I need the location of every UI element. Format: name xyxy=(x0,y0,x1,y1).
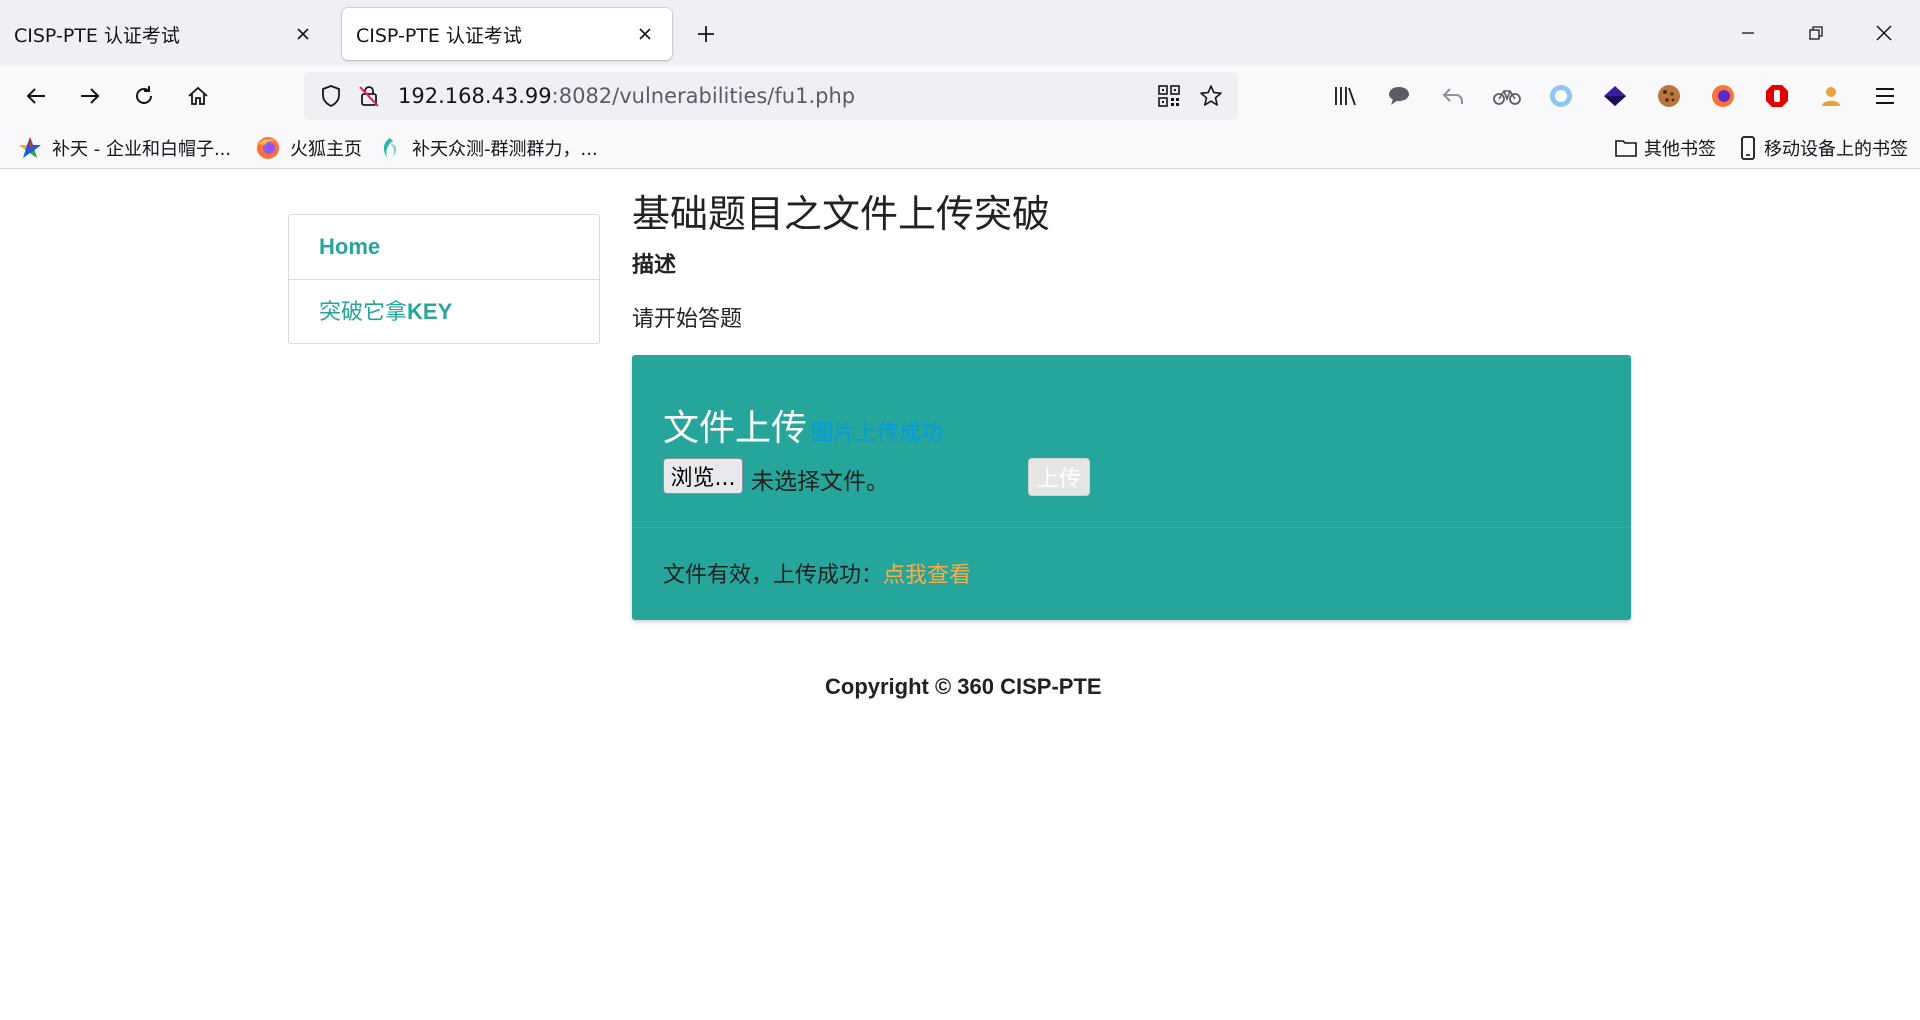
reload-icon[interactable] xyxy=(126,78,162,114)
library-icon[interactable] xyxy=(1328,79,1362,113)
address-bar[interactable]: 192.168.43.99:8082/vulnerabilities/fu1.p… xyxy=(304,72,1238,120)
page-title: 基础题目之文件上传突破 xyxy=(632,192,1051,236)
bookmark-label: 移动设备上的书签 xyxy=(1764,139,1908,160)
forward-arrow-icon[interactable] xyxy=(72,78,108,114)
ublock-icon[interactable] xyxy=(1760,79,1794,113)
bookmark-label: 火狐主页 xyxy=(290,139,362,160)
tab-title: CISP-PTE 认证考试 xyxy=(356,24,522,47)
upload-card: 文件上传 图片上传成功 浏览... 未选择文件。 上传 文件有效，上传成功：点我查… xyxy=(632,355,1631,620)
url-text: 192.168.43.99:8082/vulnerabilities/fu1.p… xyxy=(398,84,855,108)
page-content: Home 突破它拿KEY 基础题目之文件上传突破 描述 请开始答题 文件上传 图片… xyxy=(0,169,1920,1020)
new-tab-plus-icon[interactable] xyxy=(692,20,720,48)
cookie-icon[interactable] xyxy=(1652,79,1686,113)
insecure-lock-icon[interactable] xyxy=(354,81,384,111)
upload-result-text: 文件有效，上传成功： xyxy=(663,563,884,588)
restore-icon[interactable] xyxy=(1796,13,1836,53)
shield-icon[interactable] xyxy=(316,81,346,111)
sidebar-item-key-en: KEY xyxy=(407,299,453,324)
description-text: 请开始答题 xyxy=(632,307,743,332)
upload-success-message: 图片上传成功 xyxy=(811,421,944,446)
bike-icon[interactable] xyxy=(1490,79,1524,113)
bookmark-label: 其他书签 xyxy=(1644,139,1716,160)
undo-icon[interactable] xyxy=(1436,79,1470,113)
card-content: 文件上传 图片上传成功 浏览... 未选择文件。 上传 xyxy=(632,355,1631,528)
card-action: 文件有效，上传成功：点我查看 xyxy=(663,557,971,589)
circle-ext-icon[interactable] xyxy=(1544,79,1578,113)
chat-icon[interactable] xyxy=(1382,79,1416,113)
tab-close-icon[interactable] xyxy=(632,21,658,47)
purple-diamond-icon[interactable] xyxy=(1598,79,1632,113)
url-host: 192.168.43.99 xyxy=(398,84,552,108)
card-title-text: 文件上传 xyxy=(663,408,808,449)
bookmark-item[interactable]: 补天众测-群测群力，... xyxy=(378,134,598,162)
view-file-link[interactable]: 点我查看 xyxy=(883,563,971,588)
sidebar-item-key-cn: 突破它拿 xyxy=(319,299,408,324)
browse-button[interactable]: 浏览... xyxy=(663,458,743,494)
card-title: 文件上传 图片上传成功 xyxy=(663,399,943,451)
bookmark-item[interactable]: 补天 - 企业和白帽子... xyxy=(18,134,231,162)
firefox-icon xyxy=(256,136,280,160)
tab-strip: CISP-PTE 认证考试 CISP-PTE 认证考试 xyxy=(0,0,1920,66)
bookmark-label: 补天 - 企业和白帽子... xyxy=(52,139,232,160)
sidebar-item-key[interactable]: 突破它拿KEY xyxy=(289,279,599,343)
mobile-icon xyxy=(1736,136,1760,160)
bookmarks-bar: 补天 - 企业和白帽子... 火狐主页 补天众测-群测群力，... 其他书签 移… xyxy=(0,128,1920,169)
description-label: 描述 xyxy=(632,253,677,278)
copyright-footer: Copyright © 360 CISP-PTE xyxy=(825,674,1102,699)
mobile-bookmarks[interactable]: 移动设备上的书签 xyxy=(1736,134,1908,162)
bookmark-star-icon[interactable] xyxy=(1196,81,1226,111)
bookmark-label: 补天众测-群测群力，... xyxy=(412,139,598,160)
butian-leaf-icon xyxy=(378,136,402,160)
bookmark-item[interactable]: 火狐主页 xyxy=(256,134,362,162)
navigation-toolbar: 192.168.43.99:8082/vulnerabilities/fu1.p… xyxy=(0,66,1920,128)
tab-2[interactable]: CISP-PTE 认证考试 xyxy=(342,8,672,60)
qr-code-icon[interactable] xyxy=(1154,81,1184,111)
upload-button[interactable]: 上传 xyxy=(1028,458,1090,496)
home-icon[interactable] xyxy=(180,78,216,114)
minimize-icon[interactable] xyxy=(1728,13,1768,53)
tab-1[interactable]: CISP-PTE 认证考试 xyxy=(0,8,330,60)
no-file-selected-text: 未选择文件。 xyxy=(751,469,889,495)
sidebar-nav: Home 突破它拿KEY xyxy=(288,214,600,344)
folder-icon xyxy=(1614,136,1638,160)
url-path: :8082/vulnerabilities/fu1.php xyxy=(551,84,856,108)
other-bookmarks[interactable]: 其他书签 xyxy=(1614,134,1716,162)
firefox-ext-icon[interactable] xyxy=(1706,79,1740,113)
user-ext-icon[interactable] xyxy=(1814,79,1848,113)
butian-star-icon xyxy=(18,136,42,160)
close-window-icon[interactable] xyxy=(1864,13,1904,53)
tab-title: CISP-PTE 认证考试 xyxy=(14,24,180,47)
menu-icon[interactable] xyxy=(1868,79,1902,113)
sidebar-item-home[interactable]: Home xyxy=(289,215,599,279)
back-arrow-icon[interactable] xyxy=(18,78,54,114)
tab-close-icon[interactable] xyxy=(290,21,316,47)
